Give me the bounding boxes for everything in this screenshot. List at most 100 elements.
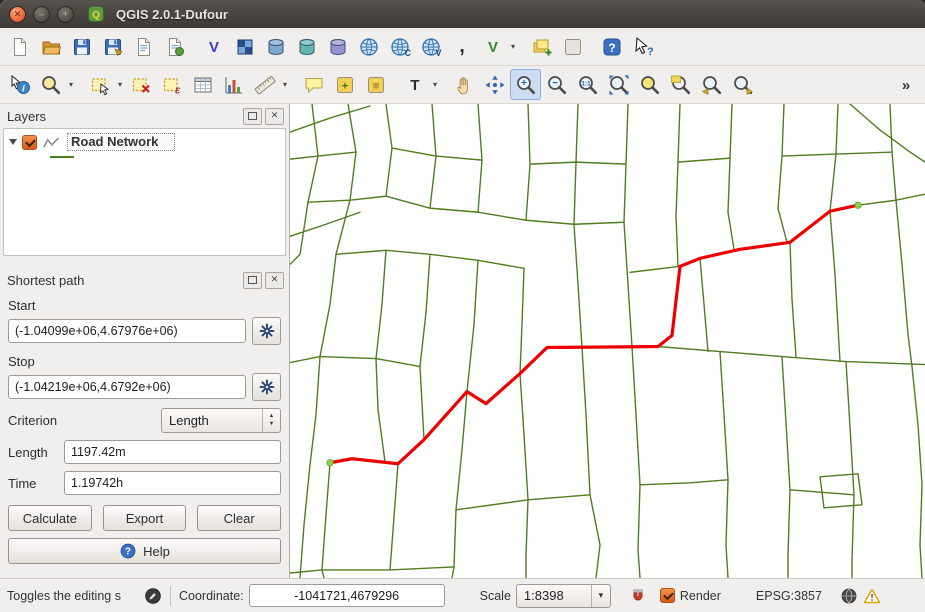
new-shapefile-layer-button[interactable]: V	[477, 31, 508, 62]
map-tips-button[interactable]	[298, 69, 329, 100]
scale-combo[interactable]: 1:8398 ▾	[516, 584, 611, 608]
add-raster-layer-button[interactable]	[229, 31, 260, 62]
toolbar-overflow-button[interactable]: »	[890, 69, 921, 100]
open-project-button[interactable]	[35, 31, 66, 62]
help-contents-icon: ?	[601, 36, 623, 58]
select-by-expression-button[interactable]: ε	[156, 69, 187, 100]
deselect-features-button[interactable]	[125, 69, 156, 100]
add-wms-layer-button[interactable]	[353, 31, 384, 62]
show-bookmarks-icon: ≡	[365, 74, 387, 96]
add-delimited-text-layer-button[interactable]: ,	[446, 31, 477, 62]
add-raster-layer-icon	[234, 36, 256, 58]
identify-features-button[interactable]: i	[4, 69, 35, 100]
text-annotation-dropdown[interactable]: ▾	[430, 69, 440, 100]
expand-collapse-icon[interactable]	[9, 139, 17, 145]
help-button[interactable]: ? Help	[8, 538, 281, 564]
layers-float-button[interactable]	[243, 108, 262, 125]
text-annotation-button[interactable]: T	[399, 69, 430, 100]
save-project-as-icon	[102, 36, 124, 58]
save-project-button[interactable]	[66, 31, 97, 62]
open-attribute-table-button[interactable]	[187, 69, 218, 100]
add-delimited-text-layer-icon: ,	[451, 36, 473, 58]
new-bookmark-button[interactable]: +	[329, 69, 360, 100]
run-feature-action-button[interactable]	[35, 69, 66, 100]
zoom-last-button[interactable]	[696, 69, 727, 100]
measure-button[interactable]	[249, 69, 280, 100]
capture-stop-point-button[interactable]	[252, 373, 281, 401]
dropdown-arrow-icon[interactable]: ▾	[591, 585, 610, 607]
zoom-to-layer-button[interactable]	[665, 69, 696, 100]
stop-input[interactable]	[8, 375, 246, 399]
zoom-native-button[interactable]: 1:1	[572, 69, 603, 100]
capture-start-point-button[interactable]	[252, 317, 281, 345]
save-project-as-button[interactable]	[97, 31, 128, 62]
save-project-icon	[71, 36, 93, 58]
add-all-to-overview-button[interactable]	[526, 31, 557, 62]
composer-manager-button[interactable]	[159, 31, 190, 62]
coordinate-input[interactable]	[249, 584, 445, 607]
zoom-out-button[interactable]: −	[541, 69, 572, 100]
calculate-button[interactable]: Calculate	[8, 505, 92, 531]
crs-globe-icon[interactable]	[840, 587, 858, 605]
length-output[interactable]	[64, 440, 281, 464]
add-spatialite-layer-button[interactable]	[291, 31, 322, 62]
new-print-composer-button[interactable]	[128, 31, 159, 62]
pan-map-button[interactable]	[448, 69, 479, 100]
layers-close-button[interactable]: ✕	[265, 108, 284, 125]
add-wcs-layer-button[interactable]: C	[384, 31, 415, 62]
zoom-in-button[interactable]: +	[510, 69, 541, 100]
toggle-editing-icon[interactable]	[144, 587, 162, 605]
new-map-view-icon	[562, 36, 584, 58]
select-features-dropdown[interactable]: ▾	[115, 69, 125, 100]
add-postgis-layer-button[interactable]	[260, 31, 291, 62]
criterion-select[interactable]: Length ▲▼	[161, 408, 281, 433]
zoom-next-button[interactable]	[727, 69, 758, 100]
select-features-button[interactable]	[84, 69, 115, 100]
messages-warning-icon[interactable]	[863, 587, 881, 605]
window-close-button[interactable]	[9, 6, 26, 23]
render-checkbox[interactable]	[660, 588, 675, 603]
layers-tree[interactable]: Road Network	[3, 128, 286, 256]
shortest-path-float-button[interactable]	[243, 272, 262, 289]
new-project-button[interactable]	[4, 31, 35, 62]
add-mssql-layer-button[interactable]	[322, 31, 353, 62]
svg-text:1:1: 1:1	[581, 80, 591, 87]
window-maximize-button[interactable]	[57, 6, 74, 23]
new-shapefile-layer-dropdown[interactable]: ▾	[508, 31, 518, 62]
whats-this-button[interactable]: ?	[627, 31, 658, 62]
stop-render-icon[interactable]	[629, 587, 647, 605]
add-vector-layer-button[interactable]: V	[198, 31, 229, 62]
field-calculator-button[interactable]	[218, 69, 249, 100]
identify-features-icon: i	[9, 74, 31, 96]
layer-visibility-checkbox[interactable]	[22, 135, 37, 150]
help-contents-button[interactable]: ?	[596, 31, 627, 62]
coordinate-label: Coordinate:	[179, 589, 244, 603]
new-map-view-button[interactable]	[557, 31, 588, 62]
start-input[interactable]	[8, 319, 246, 343]
shortest-path-panel: Start Stop Criterion Length ▲▼	[0, 292, 289, 571]
measure-dropdown[interactable]: ▾	[280, 69, 290, 100]
crs-status[interactable]: EPSG:3857	[756, 589, 822, 603]
render-label: Render	[680, 589, 721, 603]
pan-to-selection-button[interactable]	[479, 69, 510, 100]
layer-row[interactable]: Road Network	[6, 132, 283, 152]
svg-text:+: +	[341, 80, 347, 92]
svg-text:Q: Q	[92, 10, 100, 21]
clear-button[interactable]: Clear	[197, 505, 281, 531]
map-canvas[interactable]	[289, 104, 925, 578]
layer-name[interactable]: Road Network	[67, 133, 175, 151]
window-minimize-button[interactable]	[33, 6, 50, 23]
layer-symbology-line	[50, 156, 74, 158]
zoom-full-button[interactable]	[603, 69, 634, 100]
zoom-to-selection-button[interactable]	[634, 69, 665, 100]
zoom-in-icon: +	[515, 74, 537, 96]
combo-spinner-icon[interactable]: ▲▼	[262, 409, 280, 432]
time-output[interactable]	[64, 471, 281, 495]
add-wfs-layer-button[interactable]: V	[415, 31, 446, 62]
qgis-window: Q QGIS 2.0.1-Dufour VCV,V▾?? i▾▾ε▾+≡T▾+−…	[0, 0, 925, 612]
shortest-path-close-button[interactable]: ✕	[265, 272, 284, 289]
run-feature-action-dropdown[interactable]: ▾	[66, 69, 76, 100]
zoom-to-layer-icon	[670, 74, 692, 96]
export-button[interactable]: Export	[103, 505, 187, 531]
show-bookmarks-button[interactable]: ≡	[360, 69, 391, 100]
